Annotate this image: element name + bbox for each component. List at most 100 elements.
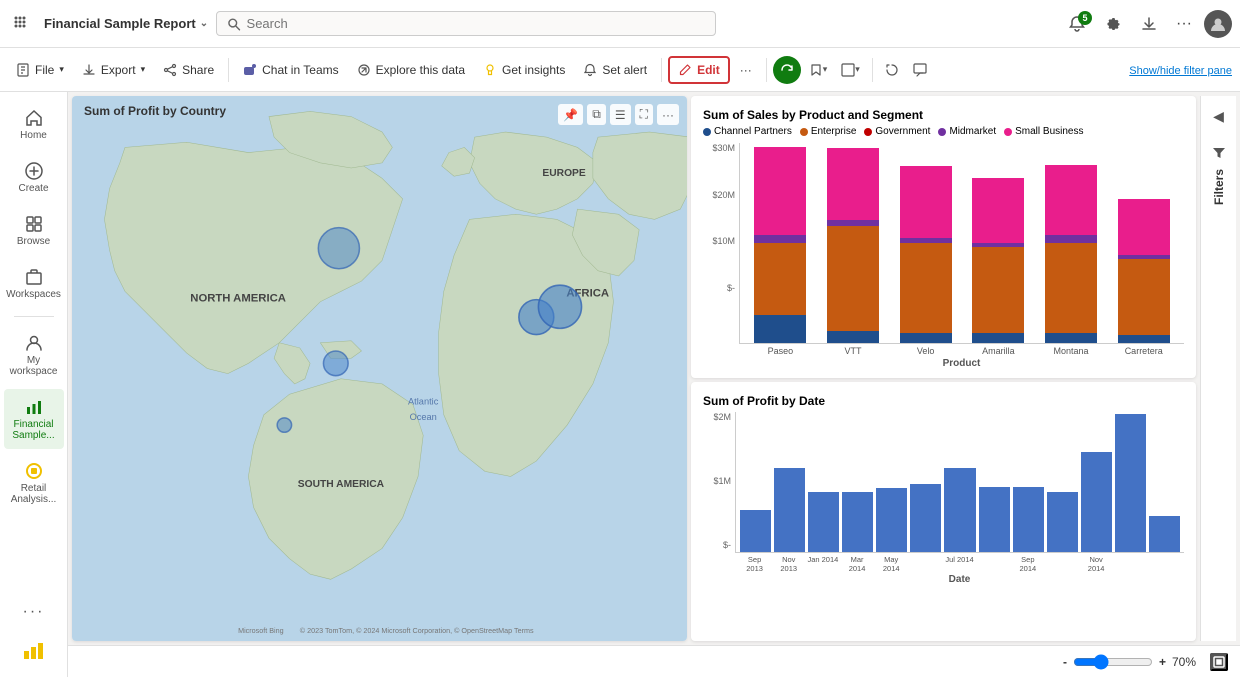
- sidebar-item-browse[interactable]: Browse: [4, 206, 64, 255]
- collapse-filter-btn[interactable]: ◀: [1209, 104, 1228, 129]
- toolbar-divider-2: [661, 58, 662, 82]
- europe-label: EUROPE: [542, 168, 586, 179]
- profit-x-jan14: Jan 2014: [807, 555, 838, 573]
- alert-button[interactable]: Set alert: [575, 58, 655, 82]
- profit-x-sep13: Sep 2013: [739, 555, 770, 573]
- panel-copy-btn[interactable]: ⧉: [587, 104, 606, 125]
- share-button[interactable]: Share: [155, 58, 222, 82]
- toolbar-more-button[interactable]: ···: [732, 58, 760, 82]
- profit-bar-13: [1149, 516, 1180, 552]
- profit-bar-2: [774, 468, 805, 552]
- legend-government-dot: [864, 128, 872, 136]
- sidebar-item-retail[interactable]: Retail Analysis...: [4, 453, 64, 513]
- toolbar-divider-1: [228, 58, 229, 82]
- export-chevron: ▾: [141, 64, 146, 75]
- view-button[interactable]: ▾: [835, 59, 866, 81]
- export-button[interactable]: Export ▾: [74, 58, 153, 82]
- zoom-slider[interactable]: [1073, 654, 1153, 670]
- bookmark-button[interactable]: ▾: [803, 59, 834, 81]
- sidebar-item-home[interactable]: Home: [4, 100, 64, 149]
- vtt-channel: [827, 331, 879, 343]
- toolbar: File ▾ Export ▾ Share Chat in Teams Expl…: [0, 48, 1240, 92]
- explore-button[interactable]: Explore this data: [349, 58, 473, 82]
- x-label-amarilla: Amarilla: [966, 346, 1031, 356]
- sidebar-item-create[interactable]: Create: [4, 153, 64, 202]
- ocean-label: Ocean: [410, 412, 437, 422]
- panel-pin-btn[interactable]: 📌: [558, 104, 583, 125]
- bar-montana: [1039, 165, 1104, 343]
- teams-icon: [243, 63, 257, 77]
- edit-icon: [678, 63, 692, 77]
- velo-channel: [900, 333, 952, 343]
- profit-bar-1: [740, 510, 771, 552]
- search-bar[interactable]: [216, 11, 716, 36]
- sidebar-item-more[interactable]: ···: [4, 595, 64, 629]
- profit-x-jul14: Jul 2014: [944, 555, 975, 573]
- profit-chart-area: $2M $1M $-: [703, 412, 1184, 572]
- profit-x-nov14: Nov 2014: [1081, 555, 1112, 573]
- legend-enterprise-dot: [800, 128, 808, 136]
- insights-button[interactable]: Get insights: [475, 58, 573, 82]
- paseo-channel: [754, 315, 806, 343]
- panel-filter-btn[interactable]: ☰: [610, 104, 631, 125]
- more-options-button[interactable]: ···: [1170, 11, 1198, 37]
- avatar[interactable]: [1204, 10, 1232, 38]
- zoom-minus[interactable]: -: [1063, 655, 1067, 669]
- refresh-button[interactable]: [773, 56, 801, 84]
- panel-more-btn[interactable]: ···: [657, 104, 679, 125]
- carretera-channel: [1118, 335, 1170, 343]
- settings-button[interactable]: [1098, 11, 1128, 37]
- x-label-carretera: Carretera: [1111, 346, 1176, 356]
- sidebar-item-my-workspace[interactable]: My workspace: [4, 325, 64, 385]
- page-reload-button[interactable]: [879, 59, 905, 81]
- bottom-bar: - + 70%: [68, 645, 1240, 677]
- chat-teams-button[interactable]: Chat in Teams: [235, 58, 346, 82]
- search-input[interactable]: [247, 16, 706, 31]
- profit-bar-12: [1115, 414, 1146, 552]
- charts-row: Sum of Profit by Country 📌 ⧉ ☰ ⛶ ···: [68, 92, 1240, 645]
- sidebar-divider: [14, 316, 54, 317]
- home-icon: [24, 108, 44, 128]
- south-america-label: SOUTH AMERICA: [298, 479, 385, 490]
- amarilla-channel: [972, 333, 1024, 343]
- zoom-fit-button[interactable]: [1210, 653, 1228, 671]
- sidebar: Home Create Browse Workspaces: [0, 92, 68, 677]
- sidebar-item-financial[interactable]: Financial Sample...: [4, 389, 64, 449]
- profit-x-may14: May 2014: [876, 555, 907, 573]
- filter-icon: [1211, 145, 1227, 161]
- edit-button[interactable]: Edit: [668, 56, 730, 84]
- top-bar-right: 5 ···: [1062, 10, 1232, 38]
- profit-bar-6: [910, 484, 941, 552]
- download-button[interactable]: [1134, 11, 1164, 37]
- app-grid-button[interactable]: [8, 12, 36, 36]
- file-button[interactable]: File ▾: [8, 58, 72, 82]
- profit-bar-11: [1081, 452, 1112, 552]
- powerbi-icon: [22, 637, 46, 661]
- toolbar-divider-3: [766, 58, 767, 82]
- profit-bar-3: [808, 492, 839, 552]
- comment-button[interactable]: [907, 59, 933, 81]
- legend-channel-dot: [703, 128, 711, 136]
- share-icon: [163, 63, 177, 77]
- notifications-button[interactable]: 5: [1062, 11, 1092, 37]
- profit-bars: [735, 412, 1184, 553]
- x-label-vtt: VTT: [821, 346, 886, 356]
- zoom-plus[interactable]: +: [1159, 655, 1166, 669]
- sales-chart-card: Sum of Sales by Product and Segment Chan…: [691, 96, 1196, 378]
- panel-expand-btn[interactable]: ⛶: [635, 104, 653, 125]
- show-hide-filter-btn[interactable]: Show/hide filter pane: [1129, 63, 1232, 77]
- profit-bar-5: [876, 488, 907, 552]
- notifications-badge: 5: [1078, 11, 1092, 25]
- x-label-paseo: Paseo: [748, 346, 813, 356]
- title-chevron[interactable]: ⌄: [200, 18, 208, 29]
- sidebar-item-workspaces[interactable]: Workspaces: [4, 259, 64, 308]
- bar-amarilla: [966, 178, 1031, 343]
- profit-bar-10: [1047, 492, 1078, 552]
- carretera-smallbiz: [1118, 199, 1170, 255]
- app-title: Financial Sample Report ⌄: [44, 16, 208, 31]
- montana-enterprise: [1045, 243, 1097, 333]
- sales-x-axis-title: Product: [739, 358, 1184, 369]
- vtt-enterprise: [827, 226, 879, 331]
- search-icon: [227, 17, 240, 31]
- montana-channel: [1045, 333, 1097, 343]
